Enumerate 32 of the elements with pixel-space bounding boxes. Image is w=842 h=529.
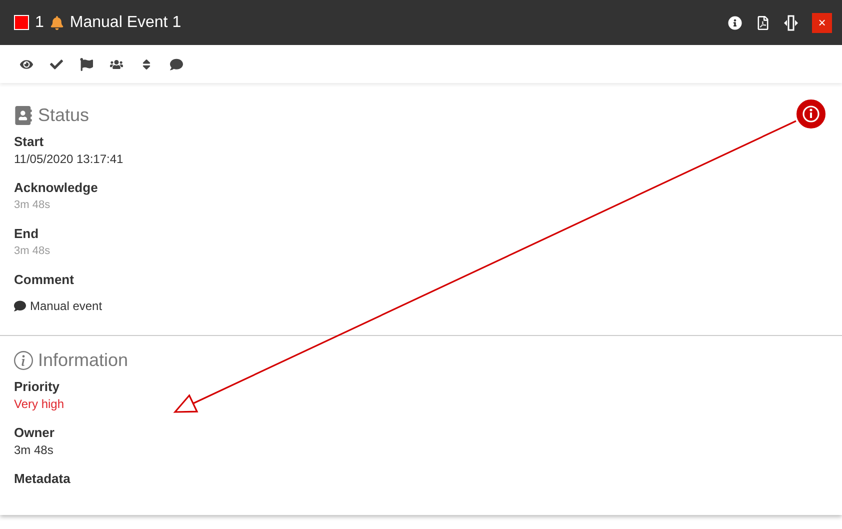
field-label: Start — [14, 134, 45, 150]
field-label: Owner — [14, 425, 56, 441]
comment-icon[interactable] — [170, 58, 183, 70]
eye-icon[interactable] — [20, 58, 33, 70]
info-icon — [14, 351, 33, 370]
info-badge — [796, 98, 826, 130]
field-value: Very high — [14, 396, 66, 412]
pdf-icon[interactable] — [756, 16, 770, 30]
field-value: 3m 48s — [14, 442, 54, 458]
resize-horizontal-icon[interactable] — [784, 14, 798, 30]
field-value: 3m 48s — [14, 244, 52, 259]
section-title: Status — [38, 105, 90, 126]
field-value: 3m 48s — [14, 198, 52, 213]
bell-icon — [50, 16, 64, 30]
section-title: Information — [38, 350, 128, 371]
field-label: Priority — [14, 379, 61, 395]
field-label: Acknowledge — [14, 180, 99, 196]
flag-icon[interactable] — [80, 58, 93, 70]
field-label: End — [14, 226, 40, 242]
field-label: Comment — [14, 272, 75, 288]
close-button[interactable]: × — [812, 12, 832, 32]
window-title: Manual Event 1 — [70, 14, 182, 32]
comment-icon — [14, 300, 26, 312]
sort-icon[interactable] — [140, 58, 153, 70]
field-value: Manual event — [30, 298, 102, 314]
event-number: 1 — [35, 14, 44, 32]
users-icon[interactable] — [110, 58, 123, 70]
info-icon[interactable] — [728, 16, 742, 30]
check-icon[interactable] — [50, 58, 63, 70]
field-value: 11/05/2020 13:17:41 — [14, 151, 124, 167]
field-label: Metadata — [14, 471, 72, 487]
address-book-icon — [14, 106, 33, 125]
